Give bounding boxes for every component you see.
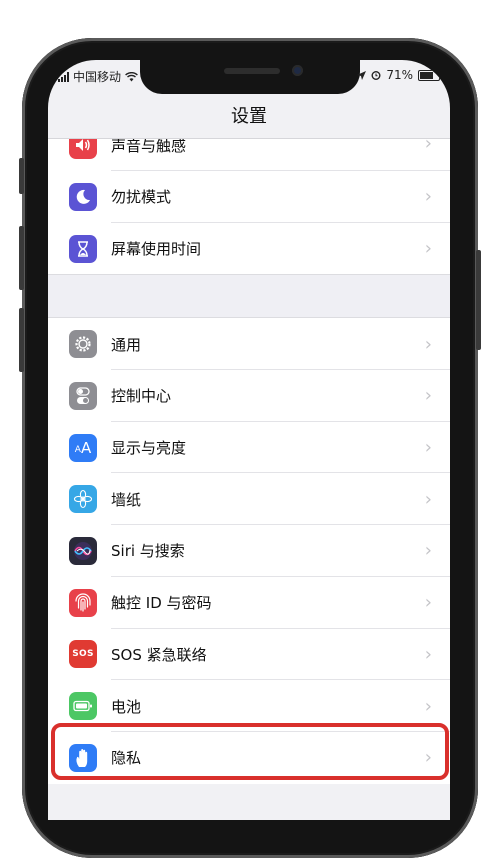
battery-percent: 71%	[386, 68, 413, 82]
volume-up-button	[19, 226, 24, 290]
settings-row-label: 电池	[111, 697, 142, 716]
speaker-icon	[69, 139, 97, 159]
settings-group-1: 声音与触感 › 勿扰模式 › 屏幕使用时间 ›	[48, 139, 450, 275]
settings-row-label: Siri 与搜索	[111, 542, 185, 561]
settings-row-label: 勿扰模式	[111, 188, 172, 207]
location-icon	[357, 70, 367, 80]
settings-row-display[interactable]: AA 显示与亮度 ›	[48, 422, 450, 474]
battery-status-icon	[418, 69, 442, 81]
chevron-right-icon: ›	[424, 695, 432, 717]
page-title: 设置	[231, 106, 267, 127]
gear-icon	[69, 330, 97, 359]
carrier-name: 中国移动	[73, 70, 122, 84]
settings-row-label: 触控 ID 与密码	[111, 594, 212, 613]
settings-list: 声音与触感 › 勿扰模式 › 屏幕使用时间 › 通用 › 控制中心 › A A …	[48, 139, 450, 784]
settings-row-privacy[interactable]: 隐私 ›	[48, 732, 450, 784]
status-bar-left: 中国移动	[58, 68, 138, 85]
settings-row-battery[interactable]: 电池 ›	[48, 680, 450, 732]
settings-row-control-center[interactable]: 控制中心 ›	[48, 370, 450, 422]
toggles-icon	[69, 381, 97, 410]
chevron-right-icon: ›	[424, 333, 432, 355]
phone-screen: 中国移动 71% 设置 声音与触感 › 勿扰模式 › 屏幕使用时间 › 通用 ›…	[48, 60, 450, 820]
chevron-right-icon: ›	[424, 747, 432, 769]
earpiece	[224, 68, 280, 74]
signal-icon	[58, 71, 69, 82]
siri-icon	[69, 536, 97, 565]
moon-icon	[69, 182, 97, 211]
power-button	[476, 250, 481, 350]
settings-row-do-not-disturb[interactable]: 勿扰模式 ›	[48, 171, 450, 223]
settings-row-label: 隐私	[111, 749, 142, 768]
mute-switch	[19, 158, 24, 194]
flower-icon	[69, 485, 97, 514]
chevron-right-icon: ›	[424, 592, 432, 614]
chevron-right-icon: ›	[424, 385, 432, 407]
settings-row-siri[interactable]: Siri 与搜索 ›	[48, 525, 450, 577]
settings-row-screen-time[interactable]: 屏幕使用时间 ›	[48, 223, 450, 275]
alarm-icon	[371, 71, 381, 80]
notch	[140, 60, 360, 94]
settings-row-wallpaper[interactable]: 墙纸 ›	[48, 473, 450, 525]
settings-row-label: 控制中心	[111, 387, 172, 406]
section-spacer	[48, 274, 450, 319]
sos-icon: SOS	[69, 640, 97, 669]
front-camera	[292, 65, 303, 76]
battery-icon	[69, 692, 97, 721]
status-bar-right: 71%	[357, 68, 442, 82]
settings-row-touch-id[interactable]: 触控 ID 与密码 ›	[48, 577, 450, 629]
wifi-icon	[125, 71, 138, 81]
settings-row-sos[interactable]: SOS SOS 紧急联络 ›	[48, 629, 450, 681]
settings-row-label: 墙纸	[111, 490, 142, 509]
text-size-glyph: A	[80, 438, 92, 457]
settings-row-sounds[interactable]: 声音与触感 ›	[48, 139, 450, 171]
chevron-right-icon: ›	[424, 437, 432, 459]
settings-row-label: 声音与触感	[111, 139, 187, 155]
settings-row-label: 屏幕使用时间	[111, 240, 202, 259]
chevron-right-icon: ›	[424, 186, 432, 208]
settings-row-general[interactable]: 通用 ›	[48, 318, 450, 370]
fingerprint-icon	[69, 588, 97, 617]
settings-row-label: SOS 紧急联络	[111, 645, 207, 664]
chevron-right-icon: ›	[424, 139, 432, 154]
settings-row-label: 显示与亮度	[111, 439, 187, 458]
settings-group-2: 通用 › 控制中心 › AA 显示与亮度 › 墙纸 › Siri 与搜索 › 触…	[48, 318, 450, 784]
chevron-right-icon: ›	[424, 540, 432, 562]
chevron-right-icon: ›	[424, 238, 432, 260]
chevron-right-icon: ›	[424, 643, 432, 665]
hand-icon	[69, 743, 97, 772]
text-size-icon: AA	[69, 433, 97, 462]
volume-down-button	[19, 308, 24, 372]
settings-row-label: 通用	[111, 335, 142, 354]
sos-glyph: SOS	[72, 649, 94, 660]
chevron-right-icon: ›	[424, 488, 432, 510]
hourglass-icon	[69, 234, 97, 263]
